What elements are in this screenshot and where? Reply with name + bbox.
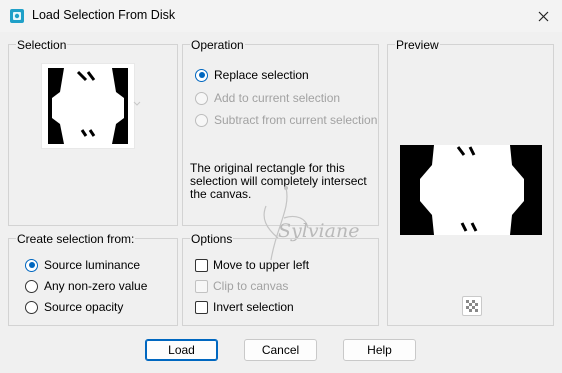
chevron-down-icon[interactable] bbox=[133, 101, 141, 107]
radio-indicator[interactable] bbox=[195, 91, 208, 105]
title-bar: Load Selection From Disk bbox=[0, 0, 562, 32]
radio-indicator[interactable] bbox=[25, 300, 38, 314]
checkbox-indicator[interactable] bbox=[195, 279, 208, 293]
radio-indicator[interactable] bbox=[25, 279, 38, 293]
options-group-label: Options bbox=[190, 232, 234, 246]
selection-thumbnail-image bbox=[48, 68, 128, 144]
operation-group-label: Operation bbox=[190, 38, 245, 52]
radio-label: Source opacity bbox=[44, 300, 124, 314]
load-button[interactable]: Load bbox=[145, 339, 218, 361]
radio-label: Replace selection bbox=[214, 68, 309, 82]
preview-group-label: Preview bbox=[395, 38, 440, 52]
preview-zoom-button[interactable] bbox=[462, 296, 482, 316]
checkerboard-icon bbox=[466, 300, 478, 312]
paint-shop-pro-icon bbox=[10, 9, 24, 23]
checkbox-invert-selection[interactable]: Invert selection bbox=[195, 298, 294, 316]
selection-group-label: Selection bbox=[16, 38, 68, 52]
checkbox-label: Move to upper left bbox=[213, 258, 310, 272]
checkbox-indicator[interactable] bbox=[195, 258, 208, 272]
radio-indicator[interactable] bbox=[195, 113, 208, 127]
radio-indicator[interactable] bbox=[195, 68, 208, 82]
close-button[interactable] bbox=[530, 4, 556, 28]
radio-add-to-selection[interactable]: Add to current selection bbox=[195, 89, 340, 107]
checkbox-label: Invert selection bbox=[213, 300, 294, 314]
checkbox-clip-to-canvas[interactable]: Clip to canvas bbox=[195, 277, 288, 295]
radio-label: Any non-zero value bbox=[44, 279, 148, 293]
radio-subtract-from-selection[interactable]: Subtract from current selection bbox=[195, 111, 377, 129]
radio-indicator[interactable] bbox=[25, 258, 38, 272]
radio-source-opacity[interactable]: Source opacity bbox=[25, 298, 123, 316]
checkbox-indicator[interactable] bbox=[195, 300, 208, 314]
radio-any-non-zero-value[interactable]: Any non-zero value bbox=[25, 277, 147, 295]
radio-replace-selection[interactable]: Replace selection bbox=[195, 66, 309, 84]
checkbox-label: Clip to canvas bbox=[213, 279, 289, 293]
radio-source-luminance[interactable]: Source luminance bbox=[25, 256, 140, 274]
help-button[interactable]: Help bbox=[343, 339, 416, 361]
close-icon bbox=[538, 11, 548, 21]
create-selection-group-label: Create selection from: bbox=[16, 232, 136, 246]
preview-group: Preview bbox=[387, 38, 554, 326]
selection-thumbnail[interactable] bbox=[42, 64, 134, 148]
load-selection-dialog: { "window": { "title": "Load Selection F… bbox=[0, 0, 562, 373]
window-title: Load Selection From Disk bbox=[32, 8, 176, 22]
radio-label: Source luminance bbox=[44, 258, 141, 272]
checkbox-move-to-upper-left[interactable]: Move to upper left bbox=[195, 256, 309, 274]
radio-label: Add to current selection bbox=[214, 91, 341, 105]
selection-group: Selection bbox=[8, 38, 178, 226]
preview-image bbox=[400, 145, 542, 235]
radio-label: Subtract from current selection bbox=[214, 113, 378, 127]
cancel-button[interactable]: Cancel bbox=[244, 339, 317, 361]
